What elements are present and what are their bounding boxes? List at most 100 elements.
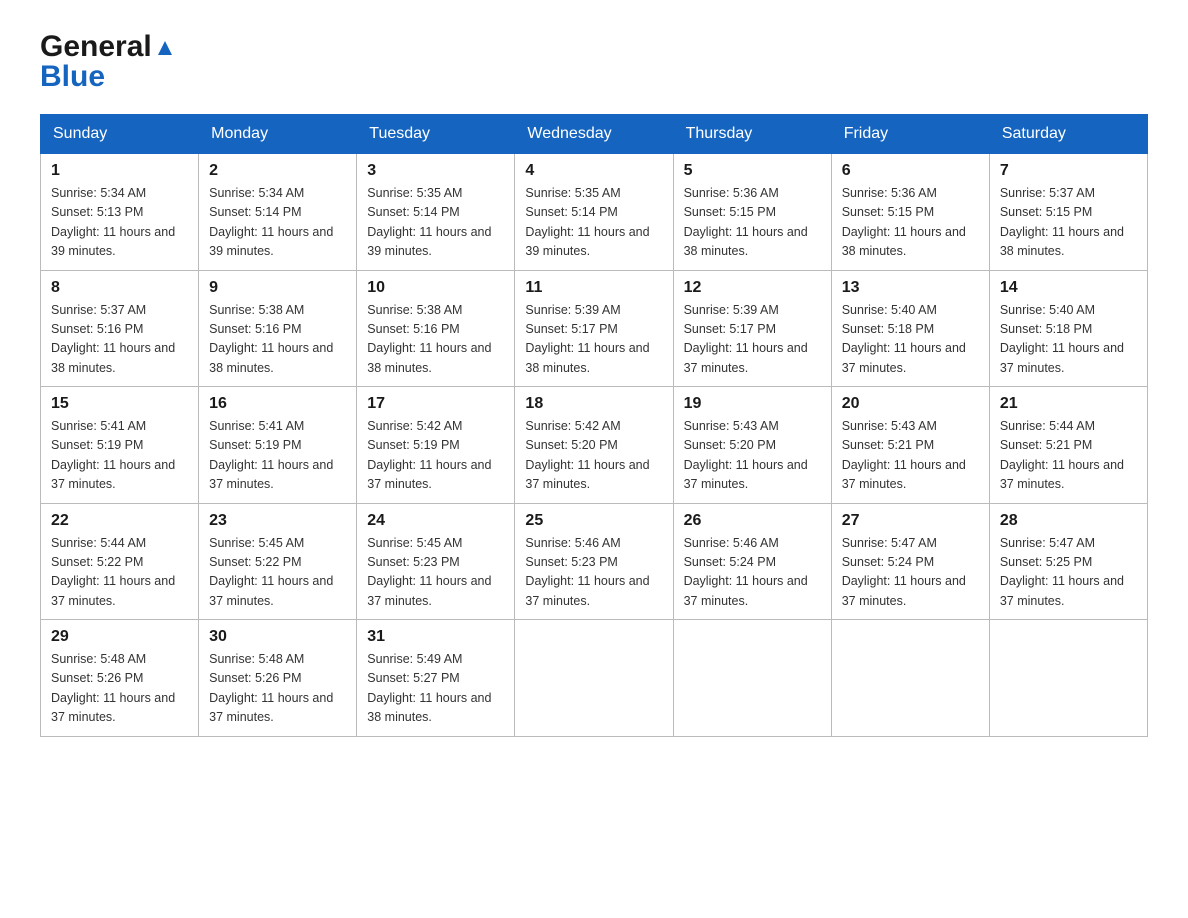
day-info: Sunrise: 5:48 AMSunset: 5:26 PMDaylight:…	[51, 650, 188, 728]
day-number: 25	[525, 512, 662, 530]
day-number: 20	[842, 395, 979, 413]
day-info: Sunrise: 5:38 AMSunset: 5:16 PMDaylight:…	[209, 301, 346, 379]
day-info: Sunrise: 5:43 AMSunset: 5:20 PMDaylight:…	[684, 417, 821, 495]
calendar-cell: 24 Sunrise: 5:45 AMSunset: 5:23 PMDayligh…	[357, 503, 515, 620]
day-info: Sunrise: 5:34 AMSunset: 5:13 PMDaylight:…	[51, 184, 188, 262]
calendar-cell: 1 Sunrise: 5:34 AMSunset: 5:13 PMDaylight…	[41, 154, 199, 271]
week-row-2: 8Sunrise: 5:37 AMSunset: 5:16 PMDaylight…	[41, 270, 1148, 387]
day-info: Sunrise: 5:41 AMSunset: 5:19 PMDaylight:…	[209, 417, 346, 495]
calendar-cell: 9 Sunrise: 5:38 AMSunset: 5:16 PMDaylight…	[199, 270, 357, 387]
day-number: 15	[51, 395, 188, 413]
day-number: 21	[1000, 395, 1137, 413]
calendar-cell: 3Sunrise: 5:35 AMSunset: 5:14 PMDaylight…	[357, 154, 515, 271]
day-info: Sunrise: 5:49 AMSunset: 5:27 PMDaylight:…	[367, 650, 504, 728]
day-number: 29	[51, 628, 188, 646]
day-number: 4	[525, 162, 662, 180]
day-info: Sunrise: 5:41 AMSunset: 5:19 PMDaylight:…	[51, 417, 188, 495]
day-info: Sunrise: 5:36 AMSunset: 5:15 PMDaylight:…	[842, 184, 979, 262]
calendar-cell: 28 Sunrise: 5:47 AMSunset: 5:25 PMDayligh…	[989, 503, 1147, 620]
day-number: 9	[209, 279, 346, 297]
day-info: Sunrise: 5:44 AMSunset: 5:21 PMDaylight:…	[1000, 417, 1137, 495]
calendar-cell: 5 Sunrise: 5:36 AMSunset: 5:15 PMDaylight…	[673, 154, 831, 271]
calendar-cell: 4 Sunrise: 5:35 AMSunset: 5:14 PMDaylight…	[515, 154, 673, 271]
day-info: Sunrise: 5:44 AMSunset: 5:22 PMDaylight:…	[51, 534, 188, 612]
calendar-cell: 11Sunrise: 5:39 AMSunset: 5:17 PMDayligh…	[515, 270, 673, 387]
calendar-cell: 26 Sunrise: 5:46 AMSunset: 5:24 PMDayligh…	[673, 503, 831, 620]
day-info: Sunrise: 5:42 AMSunset: 5:19 PMDaylight:…	[367, 417, 504, 495]
day-of-week-saturday: Saturday	[989, 115, 1147, 154]
day-number: 12	[684, 279, 821, 297]
calendar-cell: 20Sunrise: 5:43 AMSunset: 5:21 PMDayligh…	[831, 387, 989, 504]
calendar-cell: 15 Sunrise: 5:41 AMSunset: 5:19 PMDayligh…	[41, 387, 199, 504]
day-number: 5	[684, 162, 821, 180]
week-row-4: 22 Sunrise: 5:44 AMSunset: 5:22 PMDayligh…	[41, 503, 1148, 620]
day-info: Sunrise: 5:40 AMSunset: 5:18 PMDaylight:…	[1000, 301, 1137, 379]
day-info: Sunrise: 5:37 AMSunset: 5:15 PMDaylight:…	[1000, 184, 1137, 262]
day-number: 27	[842, 512, 979, 530]
calendar-cell: 17 Sunrise: 5:42 AMSunset: 5:19 PMDayligh…	[357, 387, 515, 504]
page-header: General Blue	[40, 30, 1148, 94]
calendar-cell: 12 Sunrise: 5:39 AMSunset: 5:17 PMDayligh…	[673, 270, 831, 387]
calendar-cell	[515, 620, 673, 737]
calendar-cell	[989, 620, 1147, 737]
day-number: 7	[1000, 162, 1137, 180]
day-of-week-sunday: Sunday	[41, 115, 199, 154]
day-info: Sunrise: 5:46 AMSunset: 5:23 PMDaylight:…	[525, 534, 662, 612]
day-info: Sunrise: 5:40 AMSunset: 5:18 PMDaylight:…	[842, 301, 979, 379]
calendar-table: SundayMondayTuesdayWednesdayThursdayFrid…	[40, 114, 1148, 737]
calendar-cell: 23 Sunrise: 5:45 AMSunset: 5:22 PMDayligh…	[199, 503, 357, 620]
calendar-cell: 14 Sunrise: 5:40 AMSunset: 5:18 PMDayligh…	[989, 270, 1147, 387]
day-number: 30	[209, 628, 346, 646]
day-number: 16	[209, 395, 346, 413]
calendar-cell: 30 Sunrise: 5:48 AMSunset: 5:26 PMDayligh…	[199, 620, 357, 737]
day-info: Sunrise: 5:36 AMSunset: 5:15 PMDaylight:…	[684, 184, 821, 262]
day-number: 13	[842, 279, 979, 297]
day-number: 8	[51, 279, 188, 297]
day-info: Sunrise: 5:46 AMSunset: 5:24 PMDaylight:…	[684, 534, 821, 612]
day-of-week-wednesday: Wednesday	[515, 115, 673, 154]
day-number: 11	[525, 279, 662, 297]
day-number: 1	[51, 162, 188, 180]
day-number: 24	[367, 512, 504, 530]
day-info: Sunrise: 5:45 AMSunset: 5:23 PMDaylight:…	[367, 534, 504, 612]
day-number: 23	[209, 512, 346, 530]
day-info: Sunrise: 5:38 AMSunset: 5:16 PMDaylight:…	[367, 301, 504, 379]
days-of-week-row: SundayMondayTuesdayWednesdayThursdayFrid…	[41, 115, 1148, 154]
calendar-cell: 6 Sunrise: 5:36 AMSunset: 5:15 PMDaylight…	[831, 154, 989, 271]
calendar-cell: 18 Sunrise: 5:42 AMSunset: 5:20 PMDayligh…	[515, 387, 673, 504]
day-of-week-friday: Friday	[831, 115, 989, 154]
logo-general-text: General	[40, 30, 152, 64]
day-info: Sunrise: 5:35 AMSunset: 5:14 PMDaylight:…	[367, 184, 504, 262]
day-of-week-thursday: Thursday	[673, 115, 831, 154]
day-number: 19	[684, 395, 821, 413]
calendar-cell: 13 Sunrise: 5:40 AMSunset: 5:18 PMDayligh…	[831, 270, 989, 387]
day-info: Sunrise: 5:35 AMSunset: 5:14 PMDaylight:…	[525, 184, 662, 262]
day-of-week-tuesday: Tuesday	[357, 115, 515, 154]
logo: General Blue	[40, 30, 176, 94]
calendar-cell: 2 Sunrise: 5:34 AMSunset: 5:14 PMDaylight…	[199, 154, 357, 271]
calendar-cell: 31Sunrise: 5:49 AMSunset: 5:27 PMDayligh…	[357, 620, 515, 737]
day-number: 6	[842, 162, 979, 180]
day-info: Sunrise: 5:48 AMSunset: 5:26 PMDaylight:…	[209, 650, 346, 728]
calendar-cell: 29 Sunrise: 5:48 AMSunset: 5:26 PMDayligh…	[41, 620, 199, 737]
week-row-5: 29 Sunrise: 5:48 AMSunset: 5:26 PMDayligh…	[41, 620, 1148, 737]
day-number: 14	[1000, 279, 1137, 297]
day-number: 22	[51, 512, 188, 530]
calendar-cell: 7 Sunrise: 5:37 AMSunset: 5:15 PMDaylight…	[989, 154, 1147, 271]
day-number: 18	[525, 395, 662, 413]
calendar-cell: 22 Sunrise: 5:44 AMSunset: 5:22 PMDayligh…	[41, 503, 199, 620]
day-number: 2	[209, 162, 346, 180]
calendar-cell: 25 Sunrise: 5:46 AMSunset: 5:23 PMDayligh…	[515, 503, 673, 620]
week-row-1: 1 Sunrise: 5:34 AMSunset: 5:13 PMDaylight…	[41, 154, 1148, 271]
calendar-cell: 16 Sunrise: 5:41 AMSunset: 5:19 PMDayligh…	[199, 387, 357, 504]
day-number: 17	[367, 395, 504, 413]
calendar-cell: 19 Sunrise: 5:43 AMSunset: 5:20 PMDayligh…	[673, 387, 831, 504]
day-info: Sunrise: 5:42 AMSunset: 5:20 PMDaylight:…	[525, 417, 662, 495]
day-number: 26	[684, 512, 821, 530]
day-info: Sunrise: 5:47 AMSunset: 5:25 PMDaylight:…	[1000, 534, 1137, 612]
day-info: Sunrise: 5:39 AMSunset: 5:17 PMDaylight:…	[684, 301, 821, 379]
day-number: 28	[1000, 512, 1137, 530]
day-info: Sunrise: 5:45 AMSunset: 5:22 PMDaylight:…	[209, 534, 346, 612]
day-info: Sunrise: 5:34 AMSunset: 5:14 PMDaylight:…	[209, 184, 346, 262]
week-row-3: 15 Sunrise: 5:41 AMSunset: 5:19 PMDayligh…	[41, 387, 1148, 504]
